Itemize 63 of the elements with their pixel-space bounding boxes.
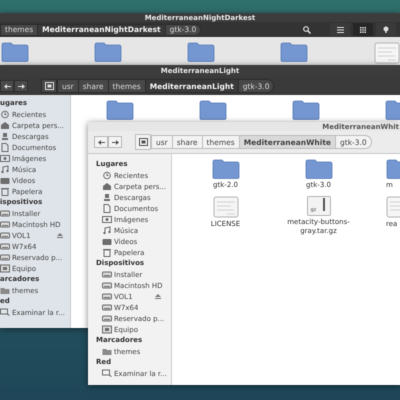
folder-icon [304,159,332,179]
drive-icon [0,231,10,240]
download-icon [102,193,112,202]
computer-button[interactable] [135,134,151,150]
drive-icon [102,292,112,301]
computer-icon [102,325,112,334]
document-icon [102,204,112,213]
eject-icon[interactable] [155,294,161,299]
drive-icon [0,220,10,229]
menu-view-button[interactable] [376,23,396,36]
folder-icon [106,100,134,120]
image-icon [102,215,112,224]
download-icon [0,132,10,141]
home-icon [102,182,112,191]
folder-icon [102,347,112,356]
list-icon [336,26,344,32]
computer-icon [44,82,54,90]
folder-icon [0,42,28,62]
music-icon [102,226,112,235]
computer-icon [0,264,10,273]
text-file-icon [212,196,238,218]
drive-icon [102,303,112,312]
video-icon [0,176,10,185]
forward-button[interactable] [108,136,122,148]
text-file-icon [374,42,400,64]
drive-icon [102,270,112,279]
drive-icon [102,281,112,290]
home-icon [0,121,10,130]
document-icon [0,143,10,152]
drive-icon [0,242,10,251]
folder-icon [212,159,240,179]
computer-icon [138,138,148,146]
drive-icon [102,314,112,323]
trash-icon [102,248,112,257]
image-icon [0,154,10,163]
network-icon [102,369,112,378]
list-view-button[interactable] [330,23,350,36]
video-icon [102,237,112,246]
grid-icon [360,26,366,32]
grid-view-button[interactable] [353,23,373,36]
recent-icon [102,171,112,180]
network-icon [0,308,10,317]
eject-icon[interactable] [57,233,63,238]
right-arrow-icon [112,140,118,144]
search-icon [303,26,311,34]
folder-icon [198,100,226,120]
left-arrow-icon [98,140,104,144]
right-arrow-icon [18,84,24,88]
folder-icon [94,42,122,62]
left-arrow-icon [4,84,10,88]
back-button[interactable] [94,136,108,148]
folder-icon [186,42,214,62]
recent-icon [0,110,10,119]
forward-button[interactable] [14,80,28,92]
folder-icon [280,42,308,62]
trash-icon [0,187,10,196]
folder-icon [292,100,320,120]
back-button[interactable] [0,80,14,92]
folder-icon [0,286,10,295]
drive-icon [0,253,10,262]
drive-icon [0,209,10,218]
computer-button[interactable] [41,79,57,93]
music-icon [0,165,10,174]
